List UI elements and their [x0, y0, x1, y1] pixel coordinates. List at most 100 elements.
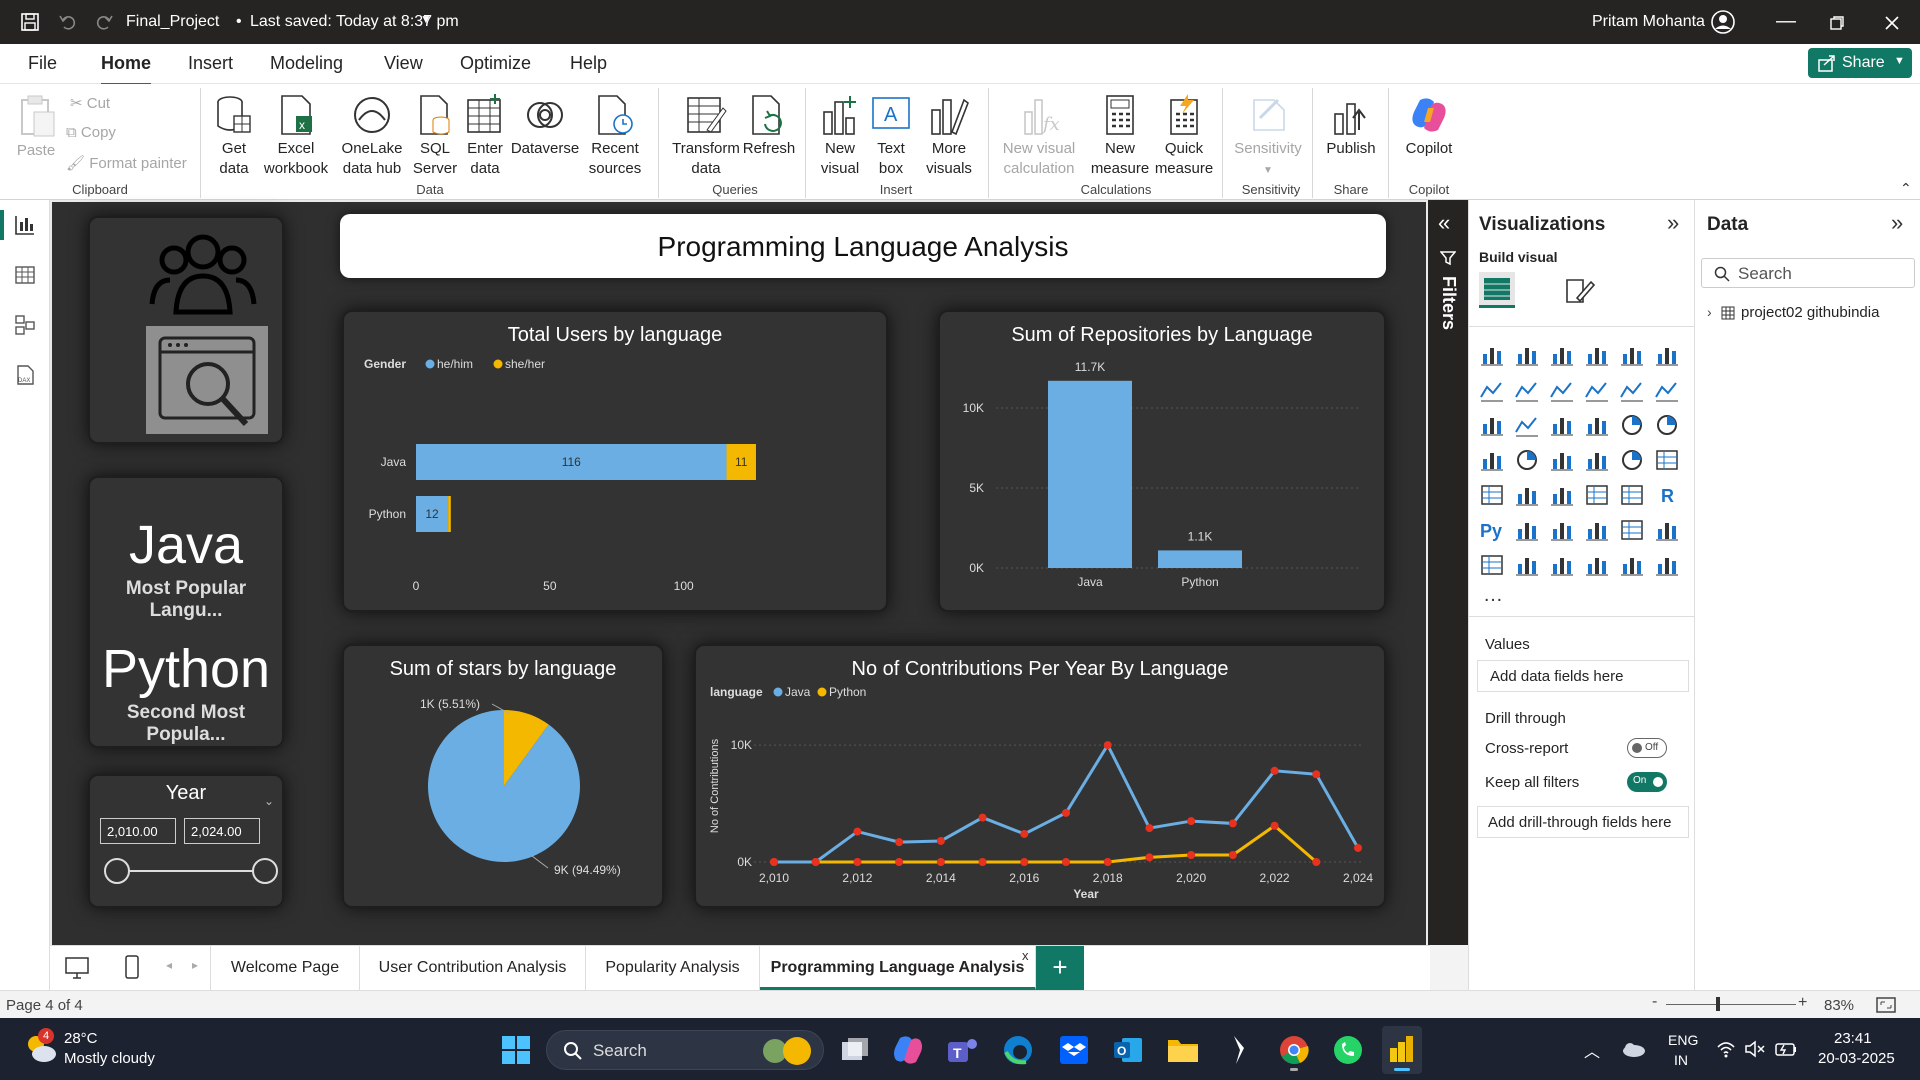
user-avatar-icon[interactable] — [1711, 10, 1735, 34]
treemap-visual-icon[interactable] — [1479, 447, 1505, 473]
wifi-icon[interactable] — [1716, 1040, 1736, 1058]
matrix-visual-icon[interactable] — [1619, 482, 1645, 508]
battery-icon[interactable] — [1774, 1040, 1798, 1058]
paste-button[interactable]: Paste — [14, 94, 58, 161]
qa-visual-icon[interactable] — [1584, 517, 1610, 543]
power-automate-visual-icon[interactable] — [1654, 552, 1680, 578]
user-name[interactable]: Pritam Mohanta — [1592, 13, 1705, 31]
transform-data-button[interactable]: Transform data — [668, 94, 744, 179]
multi-row-card-visual-icon[interactable] — [1479, 482, 1505, 508]
more-visuals-icon[interactable]: … — [1483, 584, 1503, 607]
model-view-icon[interactable] — [14, 314, 36, 336]
task-view-icon[interactable] — [840, 1036, 870, 1064]
kpi-visual-icon[interactable] — [1514, 482, 1540, 508]
power-apps-visual-icon[interactable] — [1619, 552, 1645, 578]
menu-optimize[interactable]: Optimize — [460, 53, 531, 74]
menu-view[interactable]: View — [384, 53, 423, 74]
line-visual-icon[interactable] — [1479, 377, 1505, 403]
copilot-app-icon[interactable] — [892, 1034, 924, 1066]
trophy-visual-icon[interactable] — [1654, 517, 1680, 543]
close-icon[interactable] — [1884, 15, 1900, 31]
table-view-icon[interactable] — [14, 264, 36, 286]
100-column-visual-icon[interactable] — [1654, 342, 1680, 368]
redo-icon[interactable] — [94, 12, 114, 32]
file-name[interactable]: Final_Project — [126, 13, 219, 31]
quick-measure-button[interactable]: Quick measure — [1152, 94, 1216, 179]
report-view-icon[interactable] — [14, 214, 36, 236]
table-visual-icon[interactable] — [1584, 482, 1610, 508]
card-visual-icon[interactable] — [1654, 447, 1680, 473]
menu-insert[interactable]: Insert — [188, 53, 233, 74]
clock-time[interactable]: 23:41 — [1834, 1030, 1872, 1047]
stacked-area-visual-icon[interactable] — [1549, 377, 1575, 403]
windows-start-icon[interactable] — [502, 1036, 530, 1064]
restore-icon[interactable] — [1830, 16, 1844, 30]
format-visual-icon[interactable] — [1563, 276, 1595, 306]
area-visual-icon[interactable] — [1514, 377, 1540, 403]
repos-chart[interactable]: 0K 5K 10K 11.7K Java 1.1K Python — [940, 312, 1388, 614]
publish-button[interactable]: Publish — [1320, 94, 1382, 159]
collapse-visualizations-icon[interactable]: » — [1667, 210, 1679, 236]
power-bi-taskbar-button[interactable] — [1382, 1026, 1422, 1074]
more-visuals-button[interactable]: More visuals — [918, 94, 980, 179]
show-hidden-icons-icon[interactable]: ︿ — [1584, 1038, 1600, 1062]
pie-visual-icon[interactable] — [1619, 412, 1645, 438]
enter-data-button[interactable]: Enter data — [462, 94, 508, 179]
menu-home[interactable]: Home — [101, 53, 152, 86]
onedrive-icon[interactable] — [1620, 1040, 1646, 1058]
close-tab-icon[interactable]: x — [1022, 948, 1029, 963]
map-visual-icon[interactable] — [1514, 447, 1540, 473]
recent-sources-button[interactable]: Recent sources — [584, 94, 646, 179]
teams-icon[interactable]: T — [946, 1034, 978, 1066]
100-bar-visual-icon[interactable] — [1619, 342, 1645, 368]
clustered-column-visual-icon[interactable] — [1584, 342, 1610, 368]
ribbon-visual-icon[interactable] — [1654, 377, 1680, 403]
zoom-slider-track[interactable] — [1666, 1004, 1796, 1005]
python-visual-icon[interactable]: Py — [1479, 517, 1505, 543]
users-chart[interactable]: Gender he/him she/her Java Python 116 11 12 0 50 1… — [344, 312, 890, 614]
stars-chart[interactable]: 1K (5.51%) 9K (94.49%) — [344, 646, 666, 910]
dax-query-view-icon[interactable]: DAX — [14, 364, 36, 386]
azure-map-visual-icon[interactable] — [1584, 447, 1610, 473]
r-script-visual-icon[interactable]: R — [1654, 482, 1680, 508]
excel-workbook-button[interactable]: x Excel workbook — [262, 94, 330, 179]
key-influencers-visual-icon[interactable] — [1514, 517, 1540, 543]
new-measure-button[interactable]: New measure — [1088, 94, 1152, 179]
whatsapp-icon[interactable] — [1332, 1034, 1364, 1066]
tab-scroll-right-icon[interactable]: ▸ — [192, 958, 198, 972]
reference-layer-visual-icon[interactable] — [1549, 552, 1575, 578]
stacked-column-visual-icon[interactable] — [1514, 342, 1540, 368]
edge-icon[interactable] — [1002, 1034, 1034, 1066]
slider-start-handle[interactable] — [104, 858, 130, 884]
paginated-visual-icon[interactable] — [1479, 552, 1505, 578]
copilot-button[interactable]: Copilot — [1396, 94, 1462, 159]
stacked-bar-visual-icon[interactable] — [1479, 342, 1505, 368]
waterfall-visual-icon[interactable] — [1479, 412, 1505, 438]
file-explorer-icon[interactable] — [1166, 1034, 1200, 1066]
slider-end-handle[interactable] — [252, 858, 278, 884]
clock-date[interactable]: 20-03-2025 — [1818, 1050, 1895, 1067]
tab-scroll-left-icon[interactable]: ◂ — [166, 958, 172, 972]
new-visual-calculation-button[interactable]: fx New visual calculation — [996, 94, 1082, 179]
menu-file[interactable]: File — [28, 53, 57, 74]
zoom-level[interactable]: 83% — [1824, 997, 1854, 1014]
expand-filters-icon[interactable]: « — [1438, 210, 1450, 236]
taskbar-search[interactable]: Search — [546, 1030, 824, 1070]
onelake-data-hub-button[interactable]: OneLake data hub — [332, 94, 412, 179]
chevron-down-icon[interactable]: ▼ — [420, 12, 432, 26]
keep-filters-toggle[interactable]: On — [1627, 772, 1667, 792]
zoom-out-button[interactable]: - — [1652, 993, 1657, 1011]
new-visual-button[interactable]: New visual — [812, 94, 868, 179]
slicer-visual-icon[interactable] — [1549, 482, 1575, 508]
scatter-visual-icon[interactable] — [1584, 412, 1610, 438]
tab-welcome-page[interactable]: Welcome Page — [210, 946, 360, 990]
build-visual-tab[interactable] — [1479, 272, 1515, 308]
decomposition-tree-visual-icon[interactable] — [1549, 517, 1575, 543]
custom-visual-icon[interactable] — [1584, 552, 1610, 578]
dataverse-button[interactable]: Dataverse — [510, 94, 580, 159]
power-automate-icon[interactable] — [1222, 1034, 1254, 1066]
filters-pane-collapsed[interactable]: « Filters — [1428, 200, 1468, 945]
collapse-ribbon-icon[interactable]: ⌃ — [1900, 180, 1912, 197]
undo-icon[interactable] — [58, 12, 78, 32]
refresh-button[interactable]: Refresh — [740, 94, 798, 159]
